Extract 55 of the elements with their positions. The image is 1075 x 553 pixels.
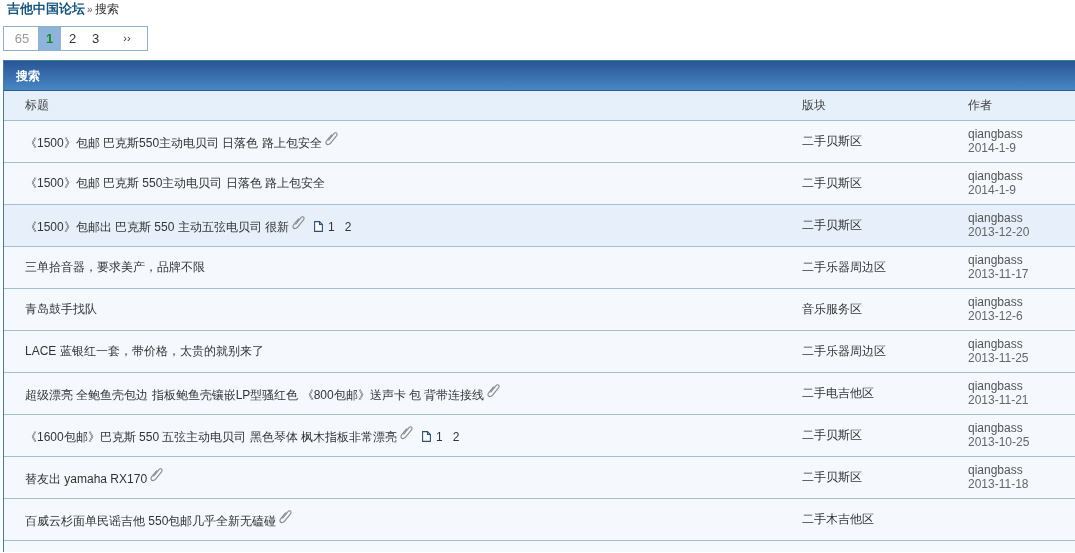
post-date: 2013-12-6 (968, 308, 1024, 324)
post-date: 2013-11-18 (968, 476, 1030, 492)
breadcrumb-separator: » (87, 4, 93, 15)
forum-link[interactable]: 二手电吉他区 (802, 386, 874, 400)
post-date: 2013-12-20 (968, 224, 1031, 240)
page-link[interactable]: 3 (84, 27, 107, 50)
topic-link[interactable]: 《1600包邮》巴克斯 550 五弦主动电贝司 黑色琴体 枫木指板非常漂亮 (25, 429, 398, 444)
panel-title: 搜索 (4, 61, 1075, 91)
page-count: 65 (13, 29, 31, 48)
topic-link[interactable]: 《1500》包邮 巴克斯550主动电贝司 日落色 路上包安全 (25, 135, 322, 150)
forum-link[interactable]: 音乐服务区 (802, 302, 862, 316)
post-date: 2013-11-17 (968, 266, 1030, 282)
post-date: 2013-11-25 (968, 350, 1030, 366)
topic-link[interactable]: 三单拾音器，要求美产，品牌不限 (25, 260, 205, 274)
author-link[interactable]: qiangbass (968, 294, 1075, 309)
page-link[interactable]: 2 (61, 27, 84, 50)
author-link[interactable]: qiangbass (968, 252, 1075, 267)
post-date: 2014-1-9 (968, 140, 1017, 156)
topic-page-link[interactable]: 2 (344, 219, 352, 234)
author-link[interactable]: qiangbass (968, 210, 1075, 225)
author-link[interactable]: qiangbass (968, 378, 1075, 393)
topic-link[interactable]: 青岛鼓手找队 (25, 302, 97, 316)
next-page-link[interactable]: ›› (107, 27, 147, 50)
author-link[interactable]: qiangbass (968, 168, 1075, 183)
topic-page-link[interactable]: 1 (328, 219, 335, 234)
forum-column-header: 版块 (781, 91, 947, 120)
title-column-header: 标题 (4, 91, 781, 120)
topic-page-link[interactable]: 2 (452, 429, 460, 444)
document-icon (314, 220, 324, 232)
author-column-header: 作者 (947, 91, 1075, 120)
topic-link[interactable]: LACE 蓝银红一套，带价格，太贵的就别来了 (25, 344, 264, 358)
topic-link[interactable]: 百威云杉面单民谣吉他 550包邮几乎全新无磕碰 (25, 513, 277, 528)
post-date: 2013-10-25 (968, 434, 1031, 450)
forum-link[interactable]: 二手乐器周边区 (802, 344, 886, 358)
topic-link[interactable]: 《1500》包邮出 巴克斯 550 主动五弦电贝司 很新 (25, 219, 290, 234)
topic-link[interactable]: 超级漂亮 全鲍鱼壳包边 指板鲍鱼壳镶嵌LP型骚红色 《800包邮》送声卡 包 背带连接线 (25, 387, 485, 402)
topic-link[interactable]: 替友出 yamaha RX170 (25, 471, 148, 486)
forum-home-link[interactable]: 吉他中国论坛 (7, 1, 85, 16)
author-link[interactable]: qiangbass (968, 336, 1075, 351)
author-link[interactable]: qiangbass (968, 420, 1075, 435)
breadcrumb-current: 搜索 (94, 2, 119, 16)
post-date: 2013-11-21 (968, 392, 1030, 408)
forum-link[interactable]: 二手贝斯区 (802, 470, 862, 484)
topic-page-link[interactable]: 1 (436, 429, 443, 444)
topic-link[interactable]: 《1500》包邮 巴克斯 550主动电贝司 日落色 路上包安全 (25, 176, 326, 190)
forum-link[interactable]: 二手贝斯区 (802, 218, 862, 232)
author-link[interactable]: qiangbass (968, 462, 1075, 477)
forum-link[interactable]: 二手贝斯区 (802, 134, 862, 148)
forum-link[interactable]: 二手乐器周边区 (802, 260, 886, 274)
forum-link[interactable]: 二手木吉他区 (802, 512, 874, 526)
forum-link[interactable]: 二手贝斯区 (802, 176, 862, 190)
author-link[interactable]: qiangbass (968, 126, 1075, 141)
document-icon (422, 430, 432, 442)
forum-link[interactable]: 二手贝斯区 (802, 428, 862, 442)
post-date: 2014-1-9 (968, 182, 1017, 198)
